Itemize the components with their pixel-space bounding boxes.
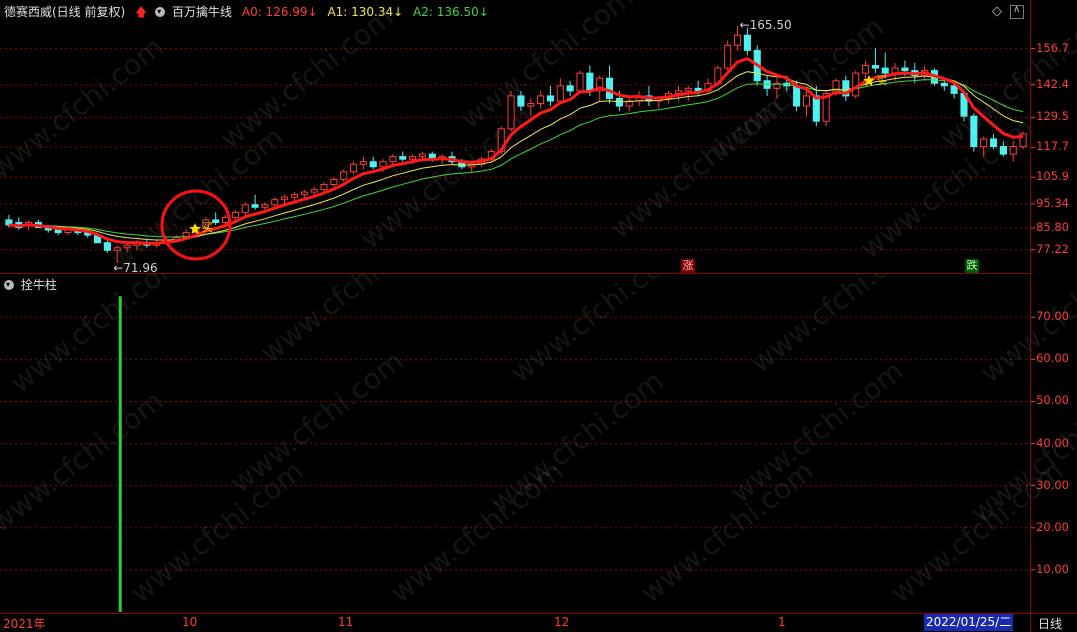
buy-signal-label-1: 买 <box>202 221 213 234</box>
watermark-text: www.cfchi.com <box>124 454 310 609</box>
watermark-text: www.cfchi.com <box>744 274 930 380</box>
candle <box>871 47 879 74</box>
candle <box>1019 131 1027 150</box>
candle <box>546 85 555 107</box>
candle <box>330 176 338 188</box>
sub-ytick-label: 10.00 <box>1036 561 1069 576</box>
sub-ytick-label: 70.00 <box>1036 309 1069 324</box>
current-date-cursor[interactable]: 2022/01/25/二 <box>924 614 1014 631</box>
candle <box>340 169 348 182</box>
xaxis-line <box>0 613 1077 614</box>
watermark-text: www.cfchi.com <box>0 384 170 539</box>
candle <box>359 156 367 170</box>
candle <box>724 40 732 71</box>
xtick-nov: 11 <box>338 615 354 629</box>
signal-bar <box>118 296 122 612</box>
watermark-text: www.cfchi.com <box>254 274 440 370</box>
candle <box>556 78 564 104</box>
xtick-dec: 12 <box>554 615 570 629</box>
sub-ytick-label: 20.00 <box>1036 519 1069 534</box>
period-label[interactable]: 日线 <box>1038 615 1062 632</box>
main-ytick-label: 117.7 <box>1036 139 1069 154</box>
candle <box>576 70 584 94</box>
sub-watermark-layer: www.cfchi.com www.cfchi.com www.cfchi.com w… <box>0 274 1077 610</box>
xtick-year: 2021年 <box>3 617 46 631</box>
high-arrow-icon: ← <box>739 18 750 33</box>
candle <box>605 65 614 104</box>
main-ytick-label: 129.5 <box>1036 109 1069 124</box>
sub-bars <box>118 296 122 612</box>
sub-ytick-label: 60.00 <box>1036 351 1069 366</box>
sub-ytick-label: 50.00 <box>1036 393 1069 408</box>
buy-signal-label-2: 买 <box>876 74 887 87</box>
candle <box>212 212 220 225</box>
main-ytick-label: 95.34 <box>1036 195 1069 210</box>
watermark-text: www.cfchi.com <box>384 454 570 609</box>
yaxis-line <box>1030 0 1031 632</box>
watermark-text: www.cfchi.com <box>0 30 170 185</box>
candle <box>645 85 653 107</box>
candle <box>635 90 643 107</box>
main-ytick-label: 77.22 <box>1036 241 1069 256</box>
watermark-text: www.cfchi.com <box>224 344 410 499</box>
watermark-text: www.cfchi.com <box>634 454 820 609</box>
candle <box>842 75 850 101</box>
sub-ytick-label: 40.00 <box>1036 435 1069 450</box>
xtick-oct: 10 <box>182 615 198 629</box>
main-ytick-label: 85.80 <box>1036 220 1069 235</box>
candle <box>970 113 978 152</box>
sub-chart[interactable]: www.cfchi.com www.cfchi.com www.cfchi.com w… <box>0 274 1077 614</box>
candle <box>369 156 377 170</box>
watermark-text: www.cfchi.com <box>974 274 1077 390</box>
high-price-label: ←165.50 <box>739 18 792 33</box>
down-badge[interactable]: 跌 <box>965 259 979 273</box>
watermark-text: www.cfchi.com <box>4 274 190 400</box>
candle <box>349 161 358 175</box>
candle <box>399 151 407 162</box>
candle <box>271 197 279 208</box>
sub-ytick-label: 30.00 <box>1036 477 1069 492</box>
candle <box>537 90 545 109</box>
main-ytick-label: 142.4 <box>1036 76 1069 91</box>
watermark-text: www.cfchi.com <box>214 0 400 155</box>
xtick-jan: 1 <box>778 615 786 629</box>
main-ytick-label: 156.7 <box>1036 40 1069 55</box>
watermark-text: www.cfchi.com <box>724 354 910 509</box>
candle <box>861 60 870 81</box>
candle <box>566 80 574 96</box>
main-ytick-label: 105.9 <box>1036 169 1069 184</box>
candle <box>507 90 515 132</box>
watermark-text: www.cfchi.com <box>504 274 690 390</box>
main-chart[interactable]: www.cfchi.com www.cfchi.com www.cfchi.com w… <box>0 0 1077 272</box>
up-badge[interactable]: 涨 <box>681 259 695 273</box>
candle <box>251 194 259 210</box>
